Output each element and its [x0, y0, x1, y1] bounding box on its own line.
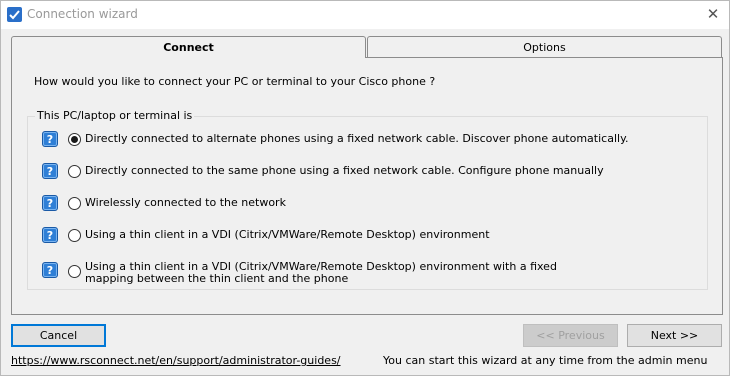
- radio-vdi[interactable]: [68, 229, 81, 242]
- option-label-line2: mapping between the thin client and the …: [85, 272, 349, 285]
- admin-guides-link[interactable]: https://www.rsconnect.net/en/support/adm…: [11, 354, 341, 367]
- radio-vdi-fixed[interactable]: [68, 265, 81, 278]
- connection-wizard-window: Connection wizard ✕ Connect Options How …: [0, 0, 730, 376]
- help-icon[interactable]: ?: [42, 131, 58, 147]
- option-row-wireless: ? Wirelessly connected to the network: [42, 195, 286, 211]
- radio-alternate-phones[interactable]: [68, 133, 81, 146]
- option-row-same-phone: ? Directly connected to the same phone u…: [42, 163, 604, 179]
- help-icon[interactable]: ?: [42, 195, 58, 211]
- option-row-vdi-fixed: ? Using a thin client in a VDI (Citrix/V…: [42, 259, 557, 285]
- radio-wireless[interactable]: [68, 197, 81, 210]
- option-label[interactable]: Using a thin client in a VDI (Citrix/VMW…: [85, 229, 490, 241]
- tab-options[interactable]: Options: [367, 36, 722, 57]
- cancel-button[interactable]: Cancel: [11, 324, 106, 347]
- option-label[interactable]: Using a thin client in a VDI (Citrix/VMW…: [85, 261, 557, 285]
- tab-options-label: Options: [523, 40, 566, 54]
- window-title: Connection wizard: [27, 7, 138, 21]
- close-icon[interactable]: ✕: [701, 3, 725, 25]
- radio-same-phone[interactable]: [68, 165, 81, 178]
- next-button[interactable]: Next >>: [627, 324, 722, 347]
- option-label[interactable]: Wirelessly connected to the network: [85, 197, 286, 209]
- help-icon[interactable]: ?: [42, 227, 58, 243]
- connection-question: How would you like to connect your PC or…: [34, 75, 436, 88]
- option-label[interactable]: Directly connected to the same phone usi…: [85, 165, 604, 177]
- previous-button[interactable]: << Previous: [523, 324, 618, 347]
- help-icon[interactable]: ?: [42, 163, 58, 179]
- title-bar: Connection wizard ✕: [1, 1, 729, 29]
- tab-connect-label: Connect: [163, 41, 214, 54]
- wizard-hint: You can start this wizard at any time fr…: [383, 354, 708, 367]
- option-label[interactable]: Directly connected to alternate phones u…: [85, 133, 629, 145]
- help-icon[interactable]: ?: [42, 262, 58, 278]
- option-row-alternate-phones: ? Directly connected to alternate phones…: [42, 131, 629, 147]
- connection-type-group: This PC/laptop or terminal is ? Directly…: [27, 109, 708, 290]
- option-row-vdi: ? Using a thin client in a VDI (Citrix/V…: [42, 227, 490, 243]
- tab-connect[interactable]: Connect: [11, 36, 366, 58]
- app-icon: [7, 7, 22, 22]
- connect-panel: How would you like to connect your PC or…: [11, 57, 723, 315]
- group-label: This PC/laptop or terminal is: [35, 109, 195, 122]
